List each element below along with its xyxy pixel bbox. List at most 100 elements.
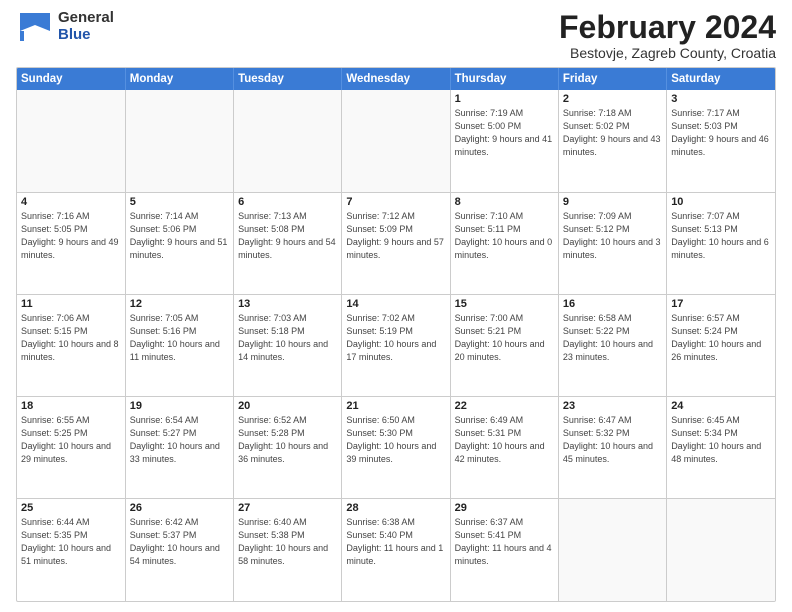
day-info: Sunrise: 6:49 AM Sunset: 5:31 PM Dayligh… <box>455 414 554 466</box>
day-cell <box>342 90 450 192</box>
day-number: 19 <box>130 400 229 412</box>
day-info: Sunrise: 6:55 AM Sunset: 5:25 PM Dayligh… <box>21 414 121 466</box>
day-number: 14 <box>346 298 445 310</box>
day-cell: 22 Sunrise: 6:49 AM Sunset: 5:31 PM Dayli… <box>450 397 558 499</box>
logo-general: General <box>58 10 114 27</box>
header-row: Sunday Monday Tuesday Wednesday Thursday… <box>17 68 775 90</box>
day-info: Sunrise: 7:09 AM Sunset: 5:12 PM Dayligh… <box>563 210 662 262</box>
day-cell: 25 Sunrise: 6:44 AM Sunset: 5:35 PM Dayli… <box>17 499 125 601</box>
day-info: Sunrise: 7:00 AM Sunset: 5:21 PM Dayligh… <box>455 312 554 364</box>
day-number: 6 <box>238 196 337 208</box>
day-number: 16 <box>563 298 662 310</box>
day-info: Sunrise: 6:50 AM Sunset: 5:30 PM Dayligh… <box>346 414 445 466</box>
day-cell: 21 Sunrise: 6:50 AM Sunset: 5:30 PM Dayli… <box>342 397 450 499</box>
day-cell: 26Sunrise: 6:42 AM Sunset: 5:37 PM Dayli… <box>125 499 233 601</box>
week-row-1: 4 Sunrise: 7:16 AM Sunset: 5:05 PM Daylig… <box>17 192 775 294</box>
week-row-2: 11 Sunrise: 7:06 AM Sunset: 5:15 PM Dayli… <box>17 295 775 397</box>
day-info: Sunrise: 7:17 AM Sunset: 5:03 PM Dayligh… <box>671 107 771 159</box>
day-number: 11 <box>21 298 121 310</box>
calendar-table: Sunday Monday Tuesday Wednesday Thursday… <box>17 68 775 601</box>
day-number: 3 <box>671 93 771 105</box>
title-block: February 2024 Bestovje, Zagreb County, C… <box>559 10 776 61</box>
day-info: Sunrise: 7:02 AM Sunset: 5:19 PM Dayligh… <box>346 312 445 364</box>
col-saturday: Saturday <box>667 68 775 90</box>
day-number: 24 <box>671 400 771 412</box>
day-number: 8 <box>455 196 554 208</box>
day-number: 23 <box>563 400 662 412</box>
day-cell: 7Sunrise: 7:12 AM Sunset: 5:09 PM Daylig… <box>342 192 450 294</box>
calendar-title: February 2024 <box>559 10 776 45</box>
day-cell: 8 Sunrise: 7:10 AM Sunset: 5:11 PM Daylig… <box>450 192 558 294</box>
day-cell: 28 Sunrise: 6:38 AM Sunset: 5:40 PM Dayli… <box>342 499 450 601</box>
day-cell: 20Sunrise: 6:52 AM Sunset: 5:28 PM Dayli… <box>234 397 342 499</box>
day-number: 25 <box>21 502 121 514</box>
day-cell: 11 Sunrise: 7:06 AM Sunset: 5:15 PM Dayli… <box>17 295 125 397</box>
week-row-3: 18 Sunrise: 6:55 AM Sunset: 5:25 PM Dayli… <box>17 397 775 499</box>
day-cell: 14 Sunrise: 7:02 AM Sunset: 5:19 PM Dayli… <box>342 295 450 397</box>
day-number: 7 <box>346 196 445 208</box>
day-info: Sunrise: 7:07 AM Sunset: 5:13 PM Dayligh… <box>671 210 771 262</box>
day-info: Sunrise: 7:18 AM Sunset: 5:02 PM Dayligh… <box>563 107 662 159</box>
day-info: Sunrise: 7:13 AM Sunset: 5:08 PM Dayligh… <box>238 210 337 262</box>
logo-icon <box>16 11 54 43</box>
day-cell: 9Sunrise: 7:09 AM Sunset: 5:12 PM Daylig… <box>558 192 666 294</box>
day-cell <box>667 499 775 601</box>
day-info: Sunrise: 6:38 AM Sunset: 5:40 PM Dayligh… <box>346 516 445 568</box>
day-info: Sunrise: 7:06 AM Sunset: 5:15 PM Dayligh… <box>21 312 121 364</box>
day-cell: 27Sunrise: 6:40 AM Sunset: 5:38 PM Dayli… <box>234 499 342 601</box>
day-cell: 10Sunrise: 7:07 AM Sunset: 5:13 PM Dayli… <box>667 192 775 294</box>
day-number: 12 <box>130 298 229 310</box>
day-number: 2 <box>563 93 662 105</box>
day-number: 22 <box>455 400 554 412</box>
col-thursday: Thursday <box>450 68 558 90</box>
day-cell: 13 Sunrise: 7:03 AM Sunset: 5:18 PM Dayli… <box>234 295 342 397</box>
day-info: Sunrise: 7:03 AM Sunset: 5:18 PM Dayligh… <box>238 312 337 364</box>
day-cell: 24 Sunrise: 6:45 AM Sunset: 5:34 PM Dayli… <box>667 397 775 499</box>
day-info: Sunrise: 7:14 AM Sunset: 5:06 PM Dayligh… <box>130 210 229 262</box>
day-number: 21 <box>346 400 445 412</box>
day-cell: 5 Sunrise: 7:14 AM Sunset: 5:06 PM Daylig… <box>125 192 233 294</box>
day-number: 13 <box>238 298 337 310</box>
header: General Blue February 2024 Bestovje, Zag… <box>16 10 776 61</box>
day-info: Sunrise: 6:58 AM Sunset: 5:22 PM Dayligh… <box>563 312 662 364</box>
day-cell: 18 Sunrise: 6:55 AM Sunset: 5:25 PM Dayli… <box>17 397 125 499</box>
col-friday: Friday <box>558 68 666 90</box>
day-info: Sunrise: 6:37 AM Sunset: 5:41 PM Dayligh… <box>455 516 554 568</box>
logo-blue: Blue <box>58 27 114 44</box>
day-info: Sunrise: 7:16 AM Sunset: 5:05 PM Dayligh… <box>21 210 121 262</box>
col-monday: Monday <box>125 68 233 90</box>
day-number: 5 <box>130 196 229 208</box>
day-number: 18 <box>21 400 121 412</box>
day-cell: 17Sunrise: 6:57 AM Sunset: 5:24 PM Dayli… <box>667 295 775 397</box>
logo-text: General Blue <box>58 10 114 43</box>
day-cell: 23 Sunrise: 6:47 AM Sunset: 5:32 PM Dayli… <box>558 397 666 499</box>
day-number: 4 <box>21 196 121 208</box>
day-info: Sunrise: 6:44 AM Sunset: 5:35 PM Dayligh… <box>21 516 121 568</box>
day-info: Sunrise: 7:10 AM Sunset: 5:11 PM Dayligh… <box>455 210 554 262</box>
day-cell: 15Sunrise: 7:00 AM Sunset: 5:21 PM Dayli… <box>450 295 558 397</box>
day-info: Sunrise: 7:05 AM Sunset: 5:16 PM Dayligh… <box>130 312 229 364</box>
page: General Blue February 2024 Bestovje, Zag… <box>0 0 792 612</box>
day-number: 29 <box>455 502 554 514</box>
day-info: Sunrise: 7:19 AM Sunset: 5:00 PM Dayligh… <box>455 107 554 159</box>
col-tuesday: Tuesday <box>234 68 342 90</box>
day-cell <box>17 90 125 192</box>
day-number: 17 <box>671 298 771 310</box>
day-cell: 12 Sunrise: 7:05 AM Sunset: 5:16 PM Dayli… <box>125 295 233 397</box>
calendar: Sunday Monday Tuesday Wednesday Thursday… <box>16 67 776 602</box>
day-info: Sunrise: 6:47 AM Sunset: 5:32 PM Dayligh… <box>563 414 662 466</box>
day-cell: 2 Sunrise: 7:18 AM Sunset: 5:02 PM Daylig… <box>558 90 666 192</box>
day-info: Sunrise: 6:40 AM Sunset: 5:38 PM Dayligh… <box>238 516 337 568</box>
logo: General Blue <box>16 10 114 43</box>
day-info: Sunrise: 6:45 AM Sunset: 5:34 PM Dayligh… <box>671 414 771 466</box>
col-sunday: Sunday <box>17 68 125 90</box>
day-number: 28 <box>346 502 445 514</box>
day-cell: 1Sunrise: 7:19 AM Sunset: 5:00 PM Daylig… <box>450 90 558 192</box>
week-row-0: 1Sunrise: 7:19 AM Sunset: 5:00 PM Daylig… <box>17 90 775 192</box>
day-cell: 4 Sunrise: 7:16 AM Sunset: 5:05 PM Daylig… <box>17 192 125 294</box>
day-cell: 29 Sunrise: 6:37 AM Sunset: 5:41 PM Dayli… <box>450 499 558 601</box>
day-cell <box>234 90 342 192</box>
day-cell: 6 Sunrise: 7:13 AM Sunset: 5:08 PM Daylig… <box>234 192 342 294</box>
day-info: Sunrise: 6:52 AM Sunset: 5:28 PM Dayligh… <box>238 414 337 466</box>
day-cell <box>125 90 233 192</box>
